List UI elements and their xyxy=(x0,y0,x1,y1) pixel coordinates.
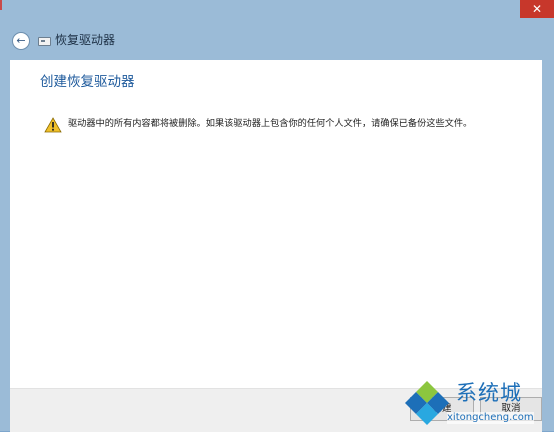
close-button[interactable]: ✕ xyxy=(520,0,554,18)
content-panel: 创建恢复驱动器 驱动器中的所有内容都将被删除。如果该驱动器上包含你的任何个人文件… xyxy=(10,60,542,388)
back-arrow-icon: ← xyxy=(16,34,26,47)
page-title: 创建恢复驱动器 xyxy=(40,74,135,90)
warning-message: 驱动器中的所有内容都将被删除。如果该驱动器上包含你的任何个人文件，请确保已备份这… xyxy=(68,118,473,129)
cancel-button[interactable]: 取消 xyxy=(480,397,542,421)
drive-icon xyxy=(38,37,51,46)
close-icon: ✕ xyxy=(531,2,543,16)
footer-bar: 创建 取消 xyxy=(10,388,542,432)
titlebar: ← 恢复驱动器 xyxy=(0,22,554,60)
app-window: ✕ ← 恢复驱动器 创建恢复驱动器 驱动器中的所有内容都将被删除。如果该驱动器上… xyxy=(0,0,554,432)
warning-icon xyxy=(44,117,62,133)
window-left-stripe xyxy=(0,0,2,10)
back-button[interactable]: ← xyxy=(12,32,30,50)
create-button[interactable]: 创建 xyxy=(410,397,474,421)
window-top-strip: ✕ xyxy=(0,0,554,22)
window-title: 恢复驱动器 xyxy=(55,33,116,47)
